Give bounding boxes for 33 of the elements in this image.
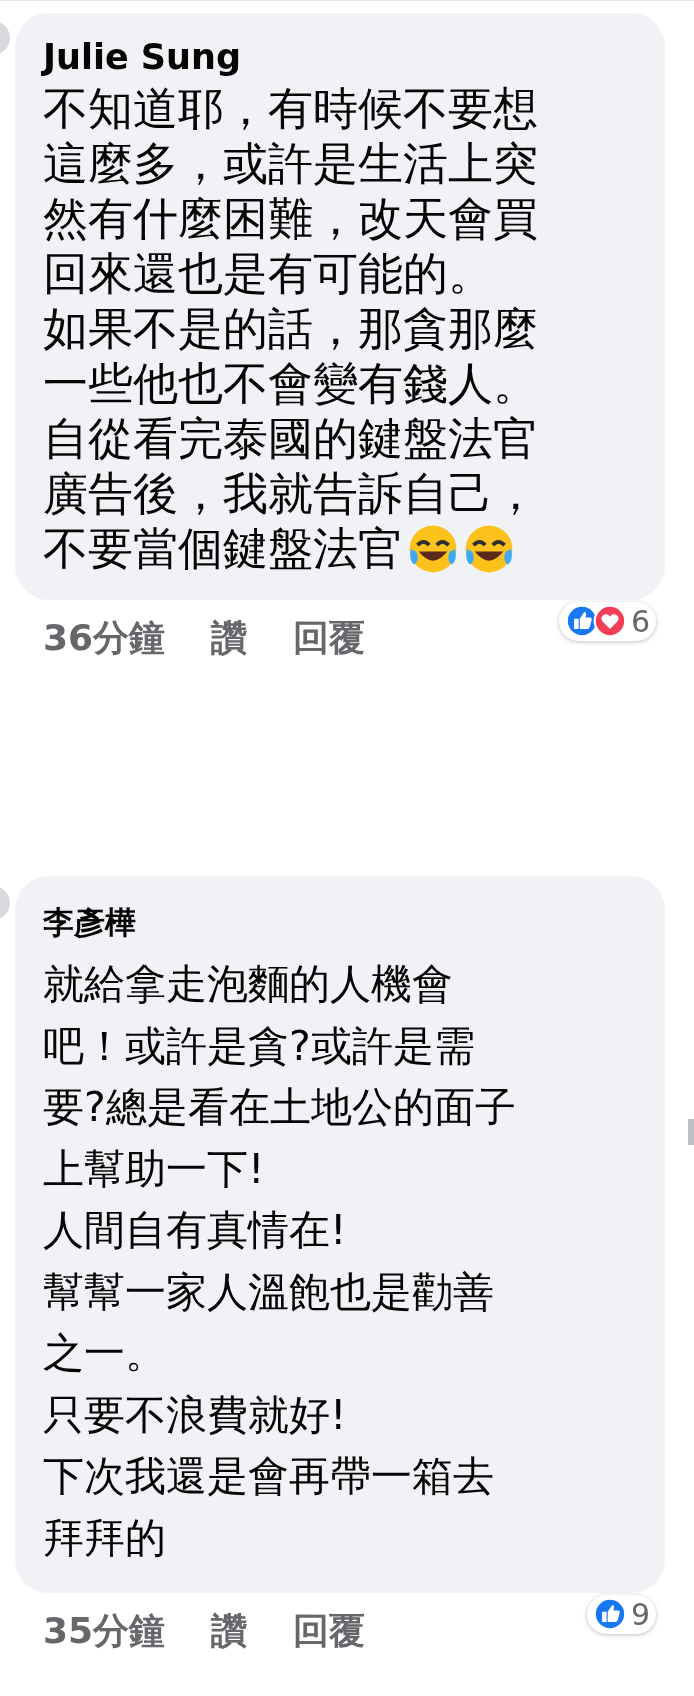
- comment-text: 上幫助一下!: [43, 1143, 265, 1195]
- comment-text: 回來還也是有可能的。: [43, 246, 493, 301]
- author-name[interactable]: 李彥樺: [43, 896, 645, 944]
- comment-text: 人間自有真情在!: [43, 1205, 347, 1256]
- comment-action-link[interactable]: 回覆: [293, 613, 366, 663]
- comment-text: 不要當個鍵盤法官: [43, 521, 403, 576]
- comment-text: 下次我還是會再帶一箱去: [43, 1451, 494, 1502]
- comment-action-link[interactable]: 讚: [211, 1606, 248, 1656]
- comment-text: 廣告後，我就告訴自己，: [43, 466, 538, 521]
- comment-text: 不知道耶，有時候不要想: [43, 81, 538, 136]
- scrollbar[interactable]: [688, 1119, 694, 1145]
- comment-text: 吧！或許是貪?或許是需: [43, 1020, 475, 1072]
- comment-action-link[interactable]: 回覆: [293, 1606, 366, 1656]
- comment-text: 如果不是的話，那貪那麼: [43, 301, 538, 356]
- reaction-count: 6: [630, 603, 650, 639]
- comment-time: 36分鐘: [43, 615, 166, 660]
- reaction-summary[interactable]: 6: [558, 601, 656, 641]
- comment-text: 就給拿走泡麵的人機會: [43, 959, 453, 1010]
- comment-text: 只要不浪費就好!: [43, 1389, 347, 1441]
- comment-time: 35分鐘: [43, 1608, 166, 1653]
- comment-action-link[interactable]: 讚: [211, 613, 248, 663]
- comment-text: 幫幫一家人溫飽也是勸善: [43, 1266, 494, 1318]
- comment-text: 拜拜的: [43, 1512, 166, 1564]
- comment-text: 要?總是看在土地公的面子: [43, 1082, 516, 1133]
- comment-text: 自從看完泰國的鍵盤法官: [43, 411, 538, 466]
- comment-text: 之一。: [43, 1328, 166, 1379]
- reaction-count: 9: [630, 1596, 650, 1632]
- comment-text: 一些他也不會變有錢人。: [43, 356, 538, 411]
- thumbs-up-icon: [592, 1597, 627, 1631]
- reaction-summary[interactable]: 9: [586, 1594, 656, 1634]
- comment-text: 然有什麼困難，改天會買: [43, 191, 538, 246]
- author-name[interactable]: Julie Sung: [43, 33, 645, 81]
- comment-text: 這麼多，或許是生活上突: [43, 136, 538, 191]
